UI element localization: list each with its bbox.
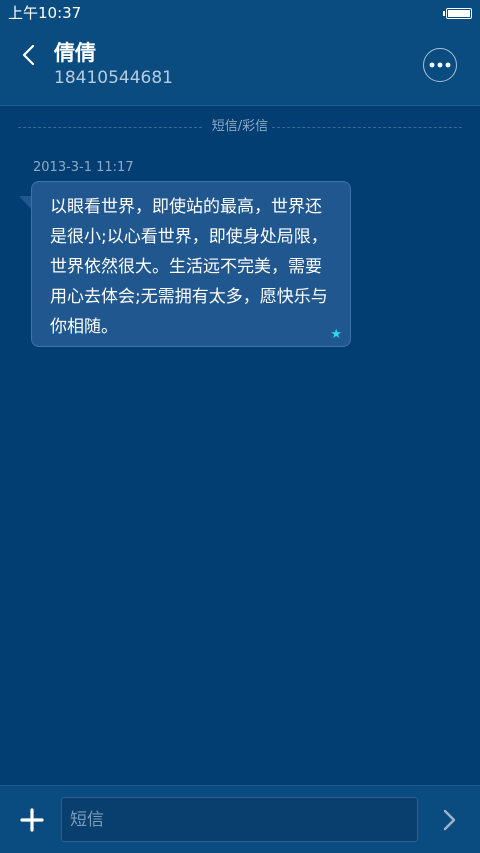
status-bar: 上午10:37 [0,0,480,26]
sms-conversation-screen: 上午10:37 倩倩 18410544681 短信/彩信 2013-3-1 11… [0,0,480,853]
status-time: 上午10:37 [8,4,82,22]
more-horizontal-icon [429,62,451,68]
message-bubble[interactable]: 以眼看世界，即使站的最高，世界还是很小;以心看世界，即使身处局限，世界依然很大。… [31,181,351,347]
add-attachment-button[interactable] [16,804,48,836]
contact-number: 18410544681 [54,68,173,88]
battery-icon [446,8,472,19]
chevron-right-icon [443,809,456,831]
message-type-divider: 短信/彩信 [18,118,462,136]
message-timestamp: 2013-3-1 11:17 [33,160,134,175]
plus-icon [20,808,44,832]
battery-tip [443,11,445,16]
conversation-header: 倩倩 18410544681 [0,26,480,106]
back-button[interactable] [14,40,44,70]
send-button[interactable] [434,803,466,837]
star-icon: ★ [330,327,342,342]
contact-name: 倩倩 [54,41,96,65]
battery-level [448,10,470,17]
input-bar [0,785,480,853]
message-text: 以眼看世界，即使站的最高，世界还是很小;以心看世界，即使身处局限，世界依然很大。… [50,197,328,337]
message-input[interactable] [61,797,418,842]
more-options-button[interactable] [423,48,457,82]
divider-label: 短信/彩信 [211,119,269,134]
chevron-left-icon [22,44,35,66]
